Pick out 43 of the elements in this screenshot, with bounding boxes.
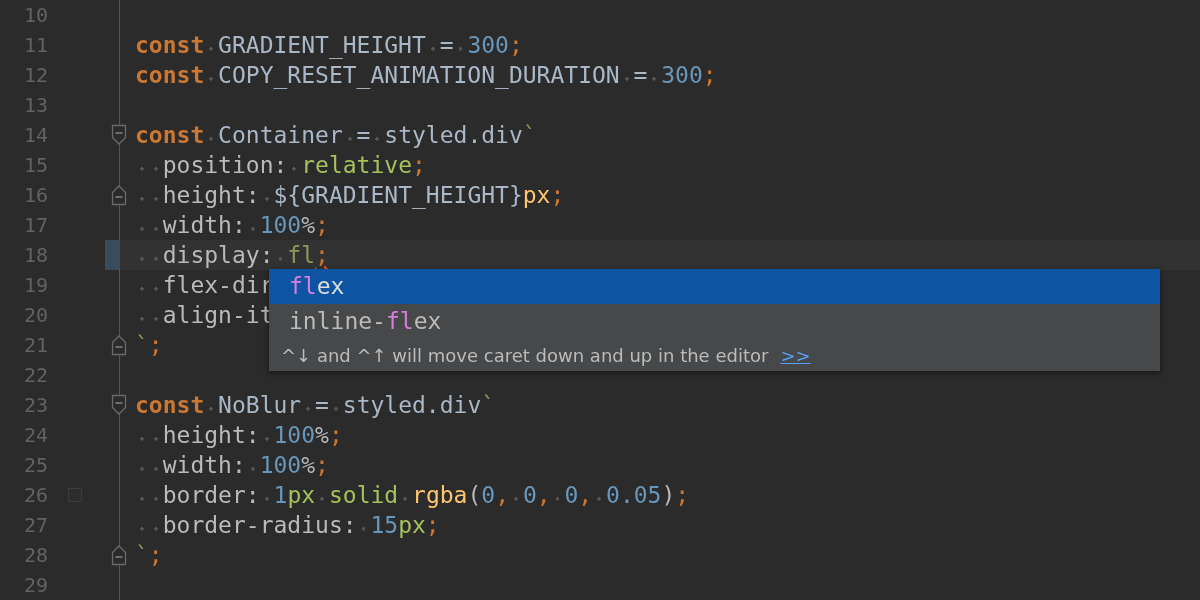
line-number: 16 xyxy=(22,182,48,209)
code-line: const Container = styled.div` xyxy=(135,121,537,150)
line-number: 19 xyxy=(22,272,48,299)
code-line: `; xyxy=(135,541,163,570)
line-number: 22 xyxy=(22,362,48,389)
code-line: border-radius: 15px; xyxy=(135,510,440,540)
line-number: 25 xyxy=(22,452,48,479)
line-number: 10 xyxy=(22,2,48,29)
line-number: 12 xyxy=(22,62,48,89)
unfold-icon[interactable] xyxy=(111,334,127,356)
line-number: 27 xyxy=(22,512,48,539)
line-number: 21 xyxy=(22,332,48,359)
line-number: 18 xyxy=(22,242,48,269)
code-line: width: 100%; xyxy=(135,210,329,240)
code-line: display: fl; xyxy=(135,240,329,270)
more-link[interactable]: >> xyxy=(780,344,811,366)
code-line: height: 100%; xyxy=(135,420,343,450)
code-line: border: 1px solid rgba(0, 0, 0, 0.05); xyxy=(135,480,690,510)
line-number: 17 xyxy=(22,212,48,239)
unfold-icon[interactable] xyxy=(111,544,127,566)
line-number: 13 xyxy=(22,92,48,119)
line-number: 24 xyxy=(22,422,48,449)
line-number: 14 xyxy=(22,122,48,149)
fold-icon[interactable] xyxy=(111,394,127,416)
code-line: const GRADIENT_HEIGHT = 300; xyxy=(135,31,523,60)
line-number: 28 xyxy=(22,542,48,569)
completion-item[interactable]: flex xyxy=(269,269,1160,304)
line-number: 11 xyxy=(22,32,48,59)
completion-item[interactable]: inline-flex xyxy=(269,304,1160,339)
code-line: const COPY_RESET_ANIMATION_DURATION = 300; xyxy=(135,61,717,90)
line-number: 15 xyxy=(22,152,48,179)
code-line: height: ${GRADIENT_HEIGHT}px; xyxy=(135,180,565,210)
code-line: const NoBlur = styled.div` xyxy=(135,391,496,420)
hint-text: ^↓ and ^↑ will move caret down and up in the editor xyxy=(281,344,769,366)
code-line: width: 100%; xyxy=(135,450,329,480)
line-number: 26 xyxy=(22,482,48,509)
fold-icon[interactable] xyxy=(111,124,127,146)
code-line: `; xyxy=(135,331,163,360)
line-number: 23 xyxy=(22,392,48,419)
code-line: position: relative; xyxy=(135,150,426,180)
line-number: 20 xyxy=(22,302,48,329)
unfold-icon[interactable] xyxy=(111,184,127,206)
line-number: 29 xyxy=(22,572,48,599)
